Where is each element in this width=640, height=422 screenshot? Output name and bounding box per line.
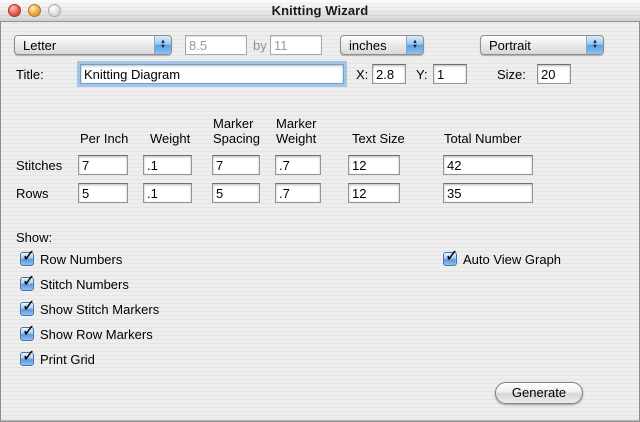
knitting-wizard-window: Knitting Wizard Letter ▲▼ by inches ▲▼ P… — [0, 0, 640, 422]
units-popup[interactable]: inches ▲▼ — [340, 35, 424, 55]
stitches-marker-weight-input[interactable] — [275, 155, 321, 175]
column-header-weight: Weight — [150, 131, 190, 146]
popup-arrows-icon: ▲▼ — [586, 36, 603, 54]
checkbox-label: Stitch Numbers — [40, 277, 129, 292]
paper-width-field — [185, 35, 247, 55]
checkbox-auto-view-graph[interactable]: ✓ Auto View Graph — [443, 251, 561, 267]
stitches-total-number-input[interactable] — [443, 155, 533, 175]
show-label: Show: — [16, 230, 52, 245]
checkbox-icon[interactable]: ✓ — [20, 352, 34, 366]
rows-marker-spacing-input[interactable] — [212, 183, 260, 203]
column-header-marker-weight: Marker Weight — [276, 116, 328, 146]
checkmark-icon: ✓ — [22, 271, 35, 291]
y-label: Y: — [416, 67, 428, 82]
stitches-marker-spacing-input[interactable] — [212, 155, 260, 175]
x-input[interactable] — [372, 64, 406, 84]
column-header-total-number: Total Number — [444, 131, 521, 146]
rows-total-number-input[interactable] — [443, 183, 533, 203]
popup-arrows-icon: ▲▼ — [406, 36, 423, 54]
stitches-per-inch-input[interactable] — [78, 155, 128, 175]
checkbox-label: Show Row Markers — [40, 327, 153, 342]
rows-weight-input[interactable] — [143, 183, 192, 203]
column-header-marker-spacing: Marker Spacing — [213, 116, 269, 146]
window-title: Knitting Wizard — [0, 3, 640, 18]
paper-size-popup[interactable]: Letter ▲▼ — [14, 35, 172, 55]
stitches-row-label: Stitches — [16, 158, 62, 173]
column-header-per-inch: Per Inch — [80, 131, 128, 146]
checkmark-icon: ✓ — [22, 346, 35, 366]
x-label: X: — [356, 67, 368, 82]
rows-marker-weight-input[interactable] — [275, 183, 321, 203]
column-header-text-size: Text Size — [352, 131, 405, 146]
checkmark-icon: ✓ — [22, 321, 35, 341]
checkmark-icon: ✓ — [445, 246, 458, 266]
checkmark-icon: ✓ — [22, 246, 35, 266]
orientation-popup[interactable]: Portrait ▲▼ — [480, 35, 604, 55]
rows-row-label: Rows — [16, 186, 49, 201]
checkbox-icon[interactable]: ✓ — [20, 252, 34, 266]
size-label: Size: — [497, 67, 526, 82]
table-header-row: Per Inch Weight Marker Spacing Marker We… — [0, 110, 640, 146]
title-label: Title: — [16, 67, 44, 82]
checkbox-icon[interactable]: ✓ — [20, 302, 34, 316]
checkbox-label: Show Stitch Markers — [40, 302, 159, 317]
checkbox-icon[interactable]: ✓ — [443, 252, 457, 266]
by-label: by — [253, 38, 267, 53]
checkbox-icon[interactable]: ✓ — [20, 327, 34, 341]
checkbox-show-row-markers[interactable]: ✓ Show Row Markers — [20, 326, 153, 342]
paper-height-field — [270, 35, 322, 55]
rows-text-size-input[interactable] — [348, 183, 400, 203]
rows-per-inch-input[interactable] — [78, 183, 128, 203]
diagram-title-input[interactable] — [80, 64, 344, 84]
paper-size-value: Letter — [15, 38, 154, 53]
checkbox-stitch-numbers[interactable]: ✓ Stitch Numbers — [20, 276, 129, 292]
title-bar[interactable]: Knitting Wizard — [0, 0, 640, 22]
orientation-value: Portrait — [481, 38, 586, 53]
size-input[interactable] — [537, 64, 571, 84]
checkbox-label: Auto View Graph — [463, 252, 561, 267]
units-value: inches — [341, 38, 406, 53]
stitches-text-size-input[interactable] — [348, 155, 400, 175]
generate-button[interactable]: Generate — [495, 382, 583, 404]
y-input[interactable] — [433, 64, 467, 84]
checkbox-icon[interactable]: ✓ — [20, 277, 34, 291]
checkbox-print-grid[interactable]: ✓ Print Grid — [20, 351, 95, 367]
checkbox-label: Print Grid — [40, 352, 95, 367]
checkbox-show-stitch-markers[interactable]: ✓ Show Stitch Markers — [20, 301, 159, 317]
stitches-weight-input[interactable] — [143, 155, 192, 175]
popup-arrows-icon: ▲▼ — [154, 36, 171, 54]
checkbox-row-numbers[interactable]: ✓ Row Numbers — [20, 251, 122, 267]
checkmark-icon: ✓ — [22, 296, 35, 316]
checkbox-label: Row Numbers — [40, 252, 122, 267]
